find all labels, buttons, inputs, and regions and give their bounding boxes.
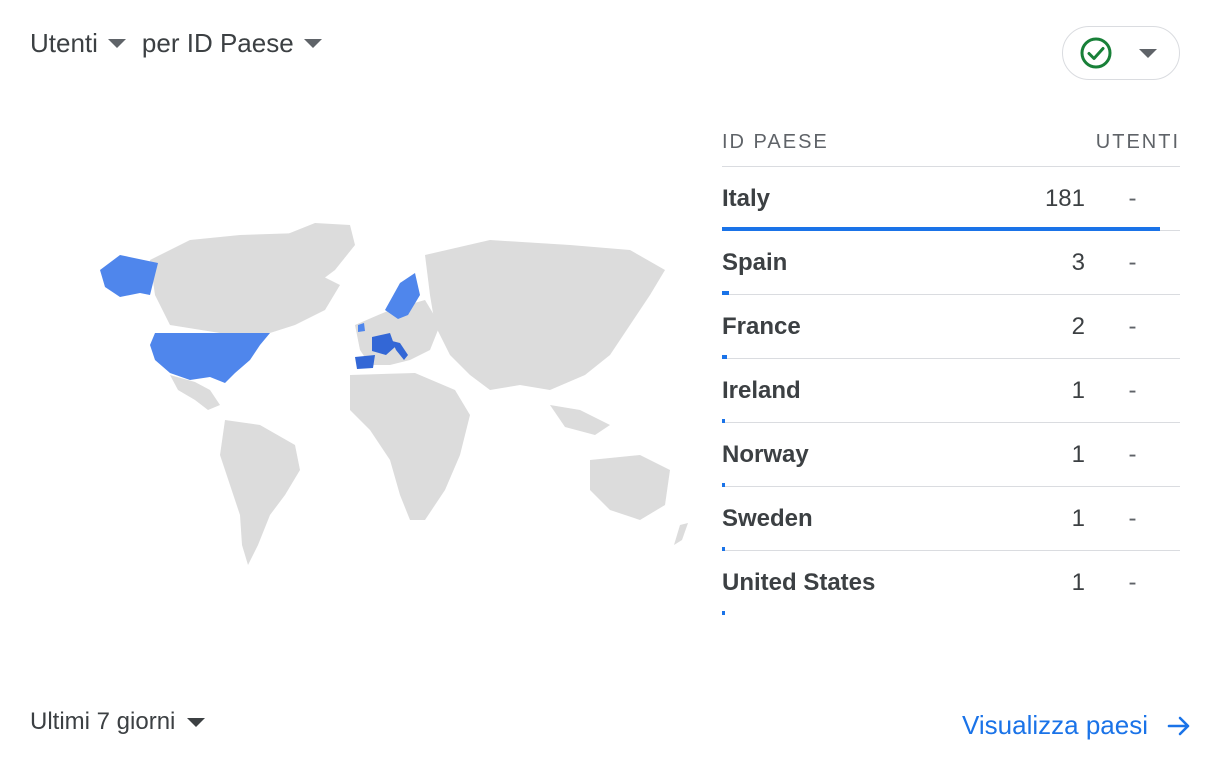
caret-down-icon bbox=[1139, 48, 1157, 58]
row-change: - bbox=[1128, 568, 1137, 596]
row-country: Spain bbox=[722, 248, 788, 276]
map-asia[interactable] bbox=[425, 240, 665, 390]
map-south-america[interactable] bbox=[220, 420, 300, 565]
table-row[interactable]: Italy 181 - bbox=[722, 167, 1180, 231]
row-change: - bbox=[1128, 312, 1137, 340]
map-southeast-asia[interactable] bbox=[550, 405, 610, 435]
row-change: - bbox=[1128, 504, 1137, 532]
row-change: - bbox=[1128, 440, 1137, 468]
row-country: Sweden bbox=[722, 504, 813, 532]
caret-down-icon bbox=[303, 39, 322, 48]
view-countries-link[interactable]: Visualizza paesi bbox=[962, 710, 1192, 741]
row-users: 1 bbox=[1071, 440, 1085, 468]
map-australia[interactable] bbox=[590, 455, 670, 520]
table-row[interactable]: France 2 - bbox=[722, 295, 1180, 359]
metric-label: Utenti bbox=[30, 28, 98, 58]
map-africa[interactable] bbox=[350, 373, 470, 520]
table-row[interactable]: Ireland 1 - bbox=[722, 359, 1180, 423]
header-users: UTENTI bbox=[1095, 130, 1180, 153]
country-table: ID PAESE UTENTI Italy 181 - Spain 3 - France 2 -… bbox=[722, 118, 1180, 615]
row-country: Ireland bbox=[722, 376, 801, 404]
row-change: - bbox=[1128, 376, 1137, 404]
header-country: ID PAESE bbox=[722, 130, 829, 153]
map-united-states[interactable] bbox=[150, 333, 270, 383]
map-spain[interactable] bbox=[355, 355, 375, 369]
map-new-zealand[interactable] bbox=[674, 523, 688, 545]
metric-dropdown[interactable]: Utenti bbox=[30, 28, 126, 59]
caret-down-icon bbox=[107, 39, 126, 48]
map-alaska[interactable] bbox=[100, 255, 158, 297]
table-row[interactable]: Norway 1 - bbox=[722, 423, 1180, 487]
map-mexico[interactable] bbox=[170, 375, 220, 410]
row-users: 1 bbox=[1071, 568, 1085, 596]
dimension-dropdown[interactable]: per ID Paese bbox=[142, 28, 322, 59]
row-country: France bbox=[722, 312, 801, 340]
date-range-dropdown[interactable]: Ultimi 7 giorni bbox=[30, 708, 206, 736]
table-row[interactable]: Spain 3 - bbox=[722, 231, 1180, 295]
row-users: 181 bbox=[1044, 184, 1085, 212]
card-header: Utenti per ID Paese bbox=[30, 28, 322, 59]
row-users: 3 bbox=[1071, 248, 1085, 276]
row-users: 1 bbox=[1071, 376, 1085, 404]
view-countries-label: Visualizza paesi bbox=[962, 710, 1148, 740]
dimension-label: per ID Paese bbox=[141, 28, 294, 58]
table-header: ID PAESE UTENTI bbox=[722, 118, 1180, 167]
row-share-bar bbox=[722, 611, 725, 615]
check-circle-icon bbox=[1080, 37, 1112, 69]
row-country: United States bbox=[722, 568, 876, 596]
row-change: - bbox=[1128, 248, 1137, 276]
row-users: 1 bbox=[1071, 504, 1085, 532]
data-quality-button[interactable] bbox=[1062, 26, 1180, 80]
row-country: Norway bbox=[722, 440, 809, 468]
row-change: - bbox=[1128, 184, 1137, 212]
row-country: Italy bbox=[722, 184, 771, 212]
arrow-right-icon bbox=[1167, 716, 1190, 735]
world-map bbox=[100, 223, 688, 565]
table-row[interactable]: United States 1 - bbox=[722, 551, 1180, 615]
caret-down-icon bbox=[187, 717, 206, 727]
table-row[interactable]: Sweden 1 - bbox=[722, 487, 1180, 551]
date-range-label: Ultimi 7 giorni bbox=[30, 708, 176, 735]
row-users: 2 bbox=[1071, 312, 1085, 340]
